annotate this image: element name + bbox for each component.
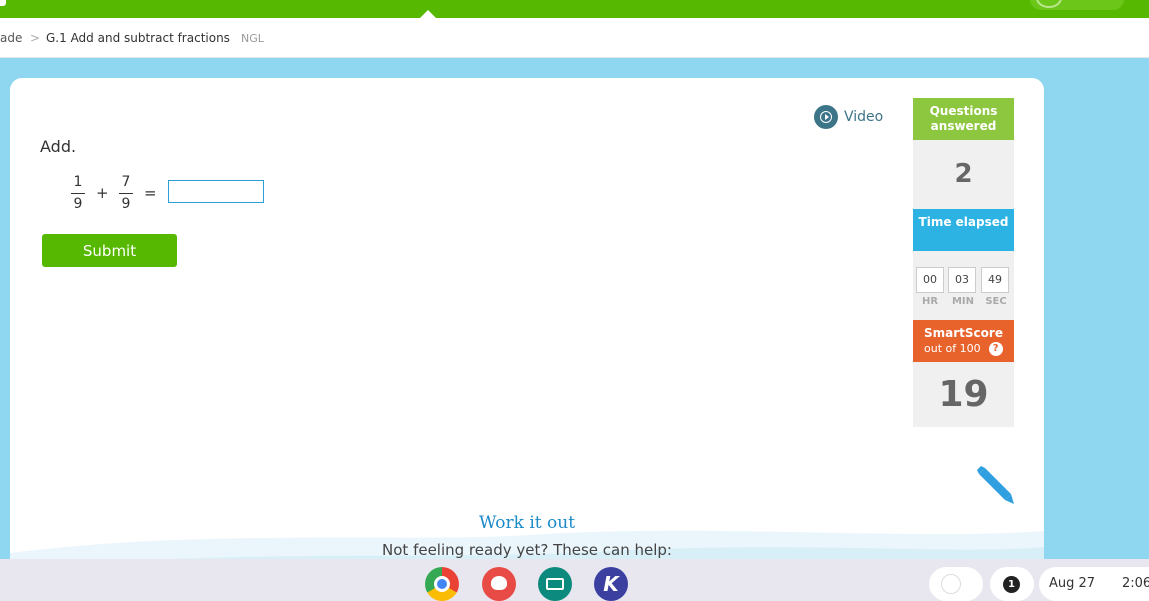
timer-hours-label: HR bbox=[921, 296, 939, 307]
equals-sign: = bbox=[144, 184, 157, 202]
video-button[interactable]: Video bbox=[814, 105, 883, 129]
breadcrumb-separator-icon: > bbox=[30, 31, 41, 45]
fraction-1-numerator: 1 bbox=[73, 174, 83, 190]
play-icon bbox=[814, 105, 838, 129]
fraction-bar bbox=[71, 193, 85, 194]
smartscore-header: SmartScore out of 100 ? bbox=[913, 320, 1014, 362]
fraction-1-denominator: 9 bbox=[73, 196, 83, 212]
k-app-icon[interactable]: K bbox=[594, 567, 628, 601]
timer-hours: 00 bbox=[916, 267, 944, 293]
video-label: Video bbox=[844, 109, 884, 125]
answer-input[interactable] bbox=[168, 180, 264, 203]
user-menu-button[interactable] bbox=[1030, 0, 1124, 10]
work-it-out-title: Work it out bbox=[478, 513, 576, 533]
skill-code: NGL bbox=[241, 32, 264, 45]
breadcrumb: ade > G.1 Add and subtract fractions NGL bbox=[0, 18, 1149, 58]
work-it-out-subtitle: Not feeling ready yet? These can help: bbox=[382, 541, 672, 559]
smartscore-sub-row: out of 100 ? bbox=[924, 341, 1014, 356]
active-nav-indicator bbox=[420, 10, 436, 18]
status-area[interactable]: Aug 27 2:06 bbox=[1039, 567, 1149, 601]
chrome-icon[interactable] bbox=[425, 567, 459, 601]
avatar[interactable] bbox=[1036, 0, 1062, 8]
logo-stub bbox=[0, 0, 6, 6]
question-prompt: Add. bbox=[40, 137, 77, 156]
submit-button[interactable]: Submit bbox=[42, 234, 177, 267]
shelf-date: Aug 27 bbox=[1049, 576, 1096, 591]
fraction-bar bbox=[119, 193, 133, 194]
slides-icon[interactable] bbox=[538, 567, 572, 601]
palette-icon[interactable] bbox=[482, 567, 516, 601]
breadcrumb-skill-title: G.1 Add and subtract fractions bbox=[46, 31, 230, 45]
help-icon[interactable]: ? bbox=[988, 341, 1003, 356]
timer-minutes-label: MIN bbox=[951, 296, 975, 307]
smartscore-label: SmartScore bbox=[924, 326, 1003, 340]
shelf-time: 2:06 bbox=[1122, 576, 1149, 591]
plus-sign: + bbox=[96, 184, 109, 202]
breadcrumb-grade-link[interactable]: ade bbox=[0, 31, 22, 45]
fraction-2: 7 9 bbox=[119, 174, 133, 213]
pencil-icon[interactable] bbox=[975, 466, 1015, 506]
timer-minutes: 03 bbox=[948, 267, 976, 293]
fraction-1: 1 9 bbox=[71, 174, 85, 213]
questions-answered-header: Questions answered bbox=[913, 98, 1014, 140]
top-nav-bar bbox=[0, 0, 1149, 18]
notification-button[interactable]: 1 bbox=[990, 567, 1034, 601]
questions-answered-value: 2 bbox=[913, 140, 1014, 209]
practice-card: Video Add. 1 9 + 7 9 = Submit Questions … bbox=[10, 78, 1044, 578]
fraction-2-numerator: 7 bbox=[121, 174, 131, 190]
fraction-2-denominator: 9 bbox=[121, 196, 131, 212]
time-elapsed-panel: 00 03 49 HR MIN SEC bbox=[913, 251, 1014, 320]
smartscore-sublabel: out of 100 bbox=[924, 342, 981, 355]
smartscore-value: 19 bbox=[913, 362, 1014, 427]
timer-seconds-label: SEC bbox=[985, 296, 1007, 307]
time-elapsed-header: Time elapsed bbox=[913, 209, 1014, 251]
system-tray-pill[interactable] bbox=[929, 567, 983, 601]
timer-seconds: 49 bbox=[981, 267, 1009, 293]
os-shelf: K 1 Aug 27 2:06 bbox=[0, 559, 1149, 601]
notification-count-badge: 1 bbox=[1003, 576, 1020, 593]
